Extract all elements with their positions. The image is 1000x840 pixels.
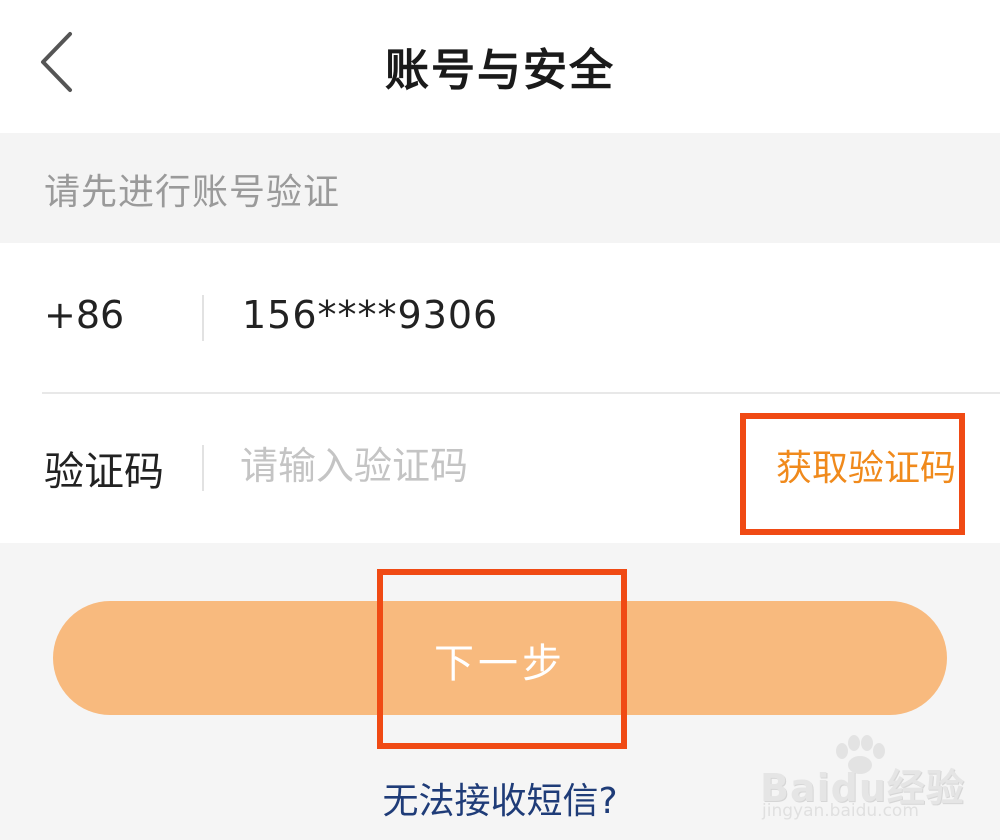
field-divider xyxy=(202,295,204,341)
verification-hint-band: 请先进行账号验证 xyxy=(0,133,1000,243)
field-divider xyxy=(202,445,204,491)
phone-row: +86 156****9306 xyxy=(0,243,1000,393)
baidu-jingyan-watermark: Baidu经验 jingyan.baidu.com xyxy=(760,735,964,825)
watermark-url: jingyan.baidu.com xyxy=(762,801,919,821)
verification-code-input[interactable] xyxy=(240,433,700,499)
account-security-page: 账号与安全 请先进行账号验证 +86 156****9306 验证码 获取验证码… xyxy=(0,0,1000,840)
app-header: 账号与安全 xyxy=(0,0,1000,133)
country-code: +86 xyxy=(44,293,125,337)
page-title: 账号与安全 xyxy=(385,45,615,96)
code-label: 验证码 xyxy=(44,449,164,495)
verification-hint-text: 请先进行账号验证 xyxy=(44,172,341,213)
highlight-box-get-code xyxy=(740,413,965,535)
phone-number: 156****9306 xyxy=(242,293,499,337)
highlight-box-next xyxy=(377,569,627,749)
